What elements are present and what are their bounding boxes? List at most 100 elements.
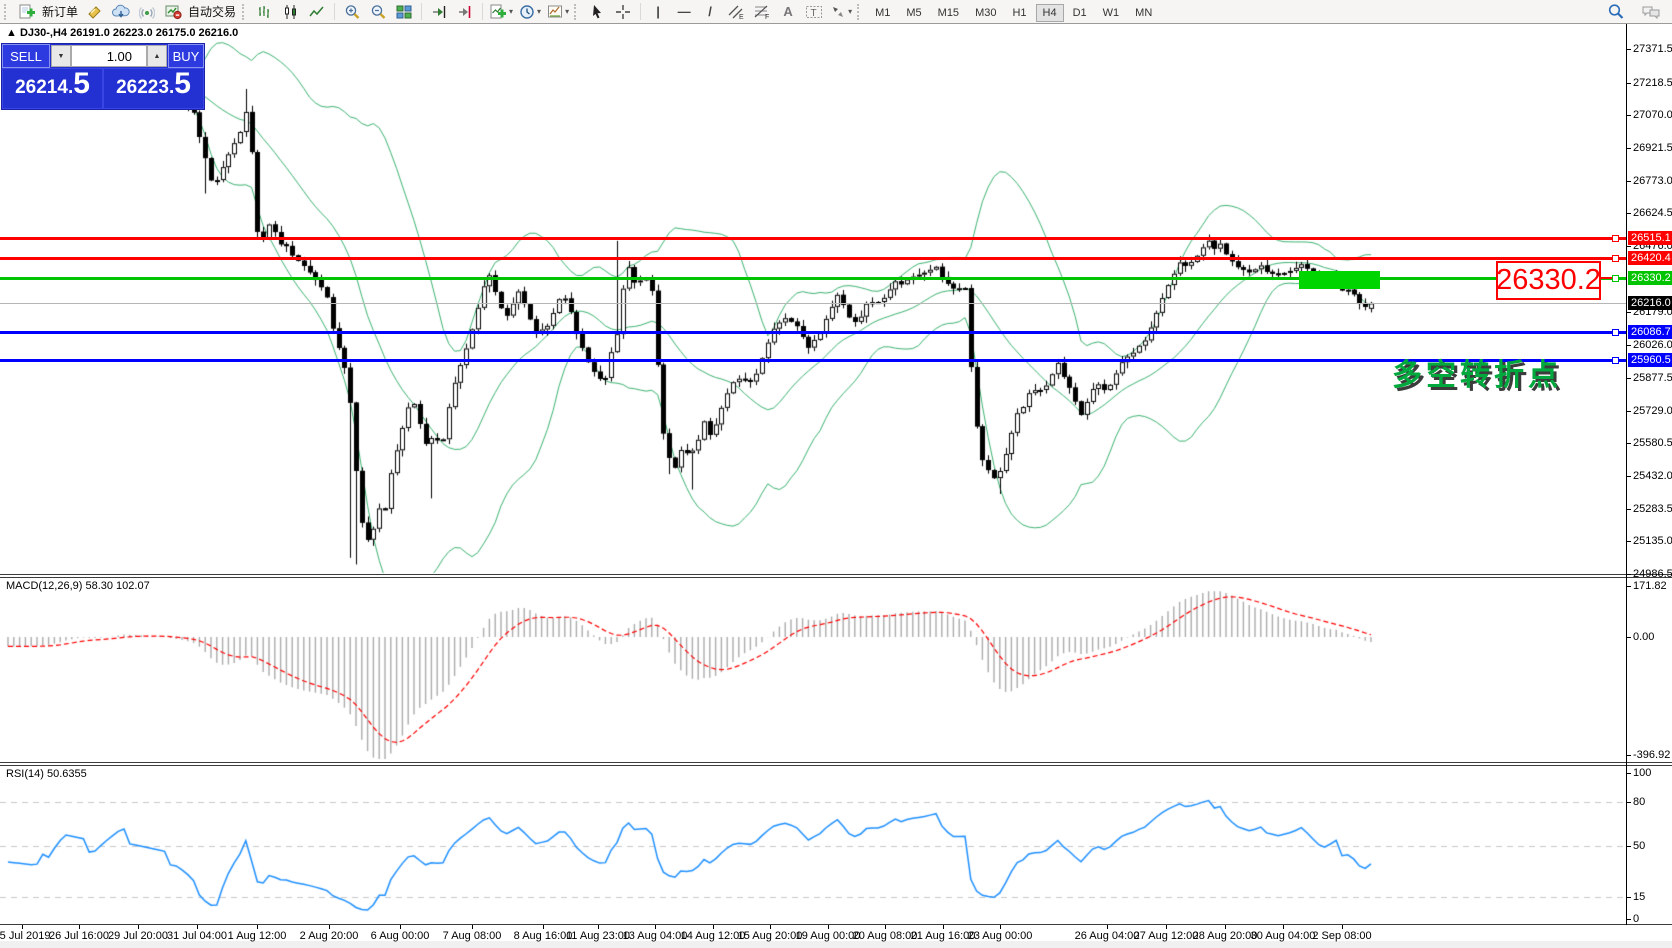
time-axis-label[interactable]: 15 Aug 20:00 (738, 930, 803, 942)
trendline-tool[interactable]: / (698, 2, 722, 22)
text-label-tool[interactable]: T (802, 2, 826, 22)
time-axis-label[interactable]: 28 Aug 20:00 (1193, 930, 1258, 942)
price-axis-label[interactable]: 27218.5 (1633, 77, 1672, 89)
panel-separator[interactable] (0, 574, 1672, 575)
price-hline-26515.1[interactable] (0, 237, 1626, 240)
price-axis-label[interactable]: 25580.5 (1633, 437, 1672, 449)
chart-canvas[interactable] (0, 0, 1672, 948)
zoom-out-button[interactable] (366, 2, 390, 22)
volume-down-button[interactable]: ▼ (51, 45, 71, 67)
time-axis-label[interactable]: 20 Aug 08:00 (853, 930, 918, 942)
price-hline-25960.5[interactable] (0, 359, 1626, 362)
time-axis-label[interactable]: 23 Aug 00:00 (968, 930, 1033, 942)
cursor-button[interactable] (585, 2, 609, 22)
toolbar-grip[interactable] (857, 3, 863, 20)
time-axis-label[interactable]: 7 Aug 08:00 (443, 930, 502, 942)
volume-input[interactable]: 1.00 (71, 45, 147, 67)
macd-axis-label[interactable]: 171.82 (1633, 580, 1667, 592)
rsi-axis-label[interactable]: 0 (1633, 913, 1639, 925)
timeframe-m1[interactable]: M1 (868, 4, 897, 22)
new-order-button[interactable] (15, 2, 39, 22)
price-axis-label[interactable]: 26624.5 (1633, 207, 1672, 219)
sell-price[interactable]: 26214. 5 (2, 68, 103, 109)
macd-axis-label[interactable]: 0.00 (1633, 631, 1654, 643)
timeframe-m30[interactable]: M30 (968, 4, 1003, 22)
price-axis-label[interactable]: 24986.5 (1633, 568, 1672, 580)
indicators-button[interactable]: ▾ (488, 2, 515, 22)
toolbar-grip[interactable] (574, 3, 580, 20)
bar-chart-button[interactable] (253, 2, 277, 22)
price-axis-label[interactable]: 27070.0 (1633, 109, 1672, 121)
buy-price[interactable]: 26223. 5 (103, 68, 204, 109)
timeframe-h1[interactable]: H1 (1005, 4, 1033, 22)
time-axis-label[interactable]: 1 Aug 12:00 (228, 930, 287, 942)
time-axis-label[interactable]: 19 Aug 00:00 (796, 930, 861, 942)
rsi-axis-label[interactable]: 100 (1633, 767, 1651, 779)
history-center-button[interactable] (83, 2, 107, 22)
rsi-axis-label[interactable]: 15 (1633, 891, 1645, 903)
toolbar-grip[interactable] (242, 3, 248, 20)
candlestick-button[interactable] (279, 2, 303, 22)
big-price-label[interactable]: 26330.2 (1496, 261, 1601, 300)
price-hline-26420.4[interactable] (0, 257, 1626, 260)
time-axis-label[interactable]: 26 Jul 16:00 (49, 930, 109, 942)
time-axis-label[interactable]: 6 Aug 00:00 (371, 930, 430, 942)
time-axis-label[interactable]: 30 Aug 04:00 (1251, 930, 1316, 942)
macd-axis-label[interactable]: -396.92 (1633, 749, 1670, 761)
periods-button[interactable]: ▾ (517, 2, 543, 22)
crosshair-button[interactable] (611, 2, 635, 22)
price-axis-label[interactable]: 27371.5 (1633, 43, 1672, 55)
buy-button[interactable]: BUY (168, 44, 204, 68)
timeframe-m15[interactable]: M15 (931, 4, 966, 22)
search-button[interactable] (1604, 2, 1628, 22)
autotrade-label[interactable]: 自动交易 (188, 3, 236, 20)
time-axis-label[interactable]: 2 Aug 20:00 (300, 930, 359, 942)
time-axis-label[interactable]: 2 Sep 08:00 (1312, 930, 1371, 942)
templates-button[interactable]: ▾ (545, 2, 571, 22)
price-hline-26086.7[interactable] (0, 331, 1626, 334)
panel-separator[interactable] (0, 924, 1672, 925)
time-axis-label[interactable]: 25 Jul 2019 (0, 930, 50, 942)
tile-windows-button[interactable] (392, 2, 416, 22)
autotrade-button[interactable] (161, 2, 185, 22)
price-axis-label[interactable]: 26773.0 (1633, 175, 1672, 187)
signals-button[interactable] (135, 2, 159, 22)
timeframe-h4[interactable]: H4 (1035, 3, 1064, 22)
panel-separator[interactable] (0, 577, 1672, 578)
time-axis-label[interactable]: 31 Jul 04:00 (167, 930, 227, 942)
panel-separator[interactable] (0, 762, 1672, 763)
hline-anchor[interactable] (1612, 357, 1619, 364)
channel-tool[interactable]: E (724, 2, 748, 22)
timeframe-mn[interactable]: MN (1128, 4, 1159, 22)
auto-scroll-button[interactable] (427, 2, 451, 22)
hline-anchor[interactable] (1612, 235, 1619, 242)
timeframe-d1[interactable]: D1 (1066, 4, 1094, 22)
price-axis-label[interactable]: 26921.5 (1633, 142, 1672, 154)
price-axis-label[interactable]: 26026.0 (1633, 339, 1672, 351)
volume-up-button[interactable]: ▲ (147, 45, 167, 67)
vertical-line-tool[interactable]: | (646, 2, 670, 22)
sell-button[interactable]: SELL (2, 44, 50, 68)
annotation-text[interactable]: 多空转折点 (1392, 350, 1562, 394)
arrows-tool[interactable]: ▾ (828, 2, 854, 22)
time-axis-label[interactable]: 13 Aug 04:00 (623, 930, 688, 942)
green-rectangle-object[interactable] (1299, 271, 1380, 289)
price-hline-26330.2[interactable] (0, 277, 1626, 280)
rsi-axis-label[interactable]: 50 (1633, 840, 1645, 852)
hline-anchor[interactable] (1612, 329, 1619, 336)
hline-anchor[interactable] (1612, 255, 1619, 262)
chart-shift-button[interactable] (453, 2, 477, 22)
panel-separator[interactable] (0, 765, 1672, 766)
time-axis-label[interactable]: 8 Aug 16:00 (514, 930, 573, 942)
price-axis-label[interactable]: 25729.0 (1633, 405, 1672, 417)
price-axis-label[interactable]: 25135.0 (1633, 535, 1672, 547)
time-axis-label[interactable]: 11 Aug 23:00 (566, 930, 630, 942)
community-button[interactable] (109, 2, 133, 22)
time-axis-label[interactable]: 29 Jul 20:00 (108, 930, 168, 942)
time-axis-label[interactable]: 14 Aug 12:00 (681, 930, 746, 942)
timeframe-w1[interactable]: W1 (1096, 4, 1127, 22)
zoom-in-button[interactable] (340, 2, 364, 22)
time-axis-label[interactable]: 27 Aug 12:00 (1134, 930, 1199, 942)
new-order-label[interactable]: 新订单 (42, 3, 78, 20)
chat-button[interactable] (1639, 2, 1663, 22)
